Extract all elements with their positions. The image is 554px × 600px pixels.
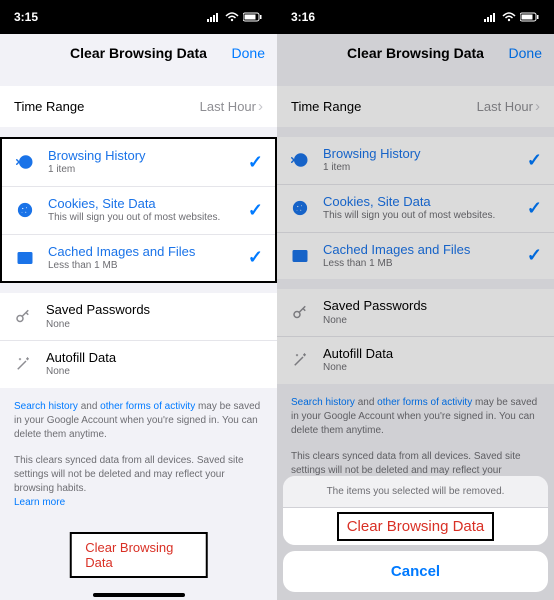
link-other-activity[interactable]: other forms of activity — [377, 397, 472, 408]
footer-text-1: Search history and other forms of activi… — [277, 384, 554, 438]
other-data-list: Saved Passwords None Autofill Data None — [277, 289, 554, 384]
status-bar: 3:15 — [0, 0, 277, 34]
done-button[interactable]: Done — [232, 45, 265, 61]
row-title: Saved Passwords — [46, 302, 265, 318]
action-sheet-cancel-button[interactable]: Cancel — [283, 551, 548, 592]
row-passwords[interactable]: Saved Passwords None — [277, 289, 554, 337]
row-title: Cached Images and Files — [323, 242, 527, 258]
battery-icon — [243, 12, 263, 22]
wand-icon — [289, 351, 311, 369]
row-sub: None — [46, 366, 265, 379]
row-sub: None — [46, 319, 265, 332]
check-icon: ✓ — [248, 152, 263, 173]
row-title: Cached Images and Files — [48, 244, 248, 260]
key-icon — [289, 304, 311, 322]
history-icon — [14, 153, 36, 171]
image-icon — [289, 247, 311, 265]
selected-data-list: Browsing History 1 item ✓ Cookies, Site … — [277, 137, 554, 279]
check-icon: ✓ — [527, 198, 542, 219]
time-range-label: Time Range — [291, 99, 361, 114]
action-sheet-message: The items you selected will be removed. — [283, 476, 548, 508]
footer-text-1: Search history and other forms of activi… — [0, 388, 277, 442]
link-search-history[interactable]: Search history — [14, 401, 78, 412]
wand-icon — [12, 355, 34, 373]
wifi-icon — [502, 12, 516, 22]
battery-icon — [520, 12, 540, 22]
row-sub: Less than 1 MB — [323, 258, 527, 271]
home-indicator[interactable] — [93, 593, 185, 597]
row-browsing-history[interactable]: Browsing History 1 item ✓ — [2, 139, 275, 187]
row-cookies[interactable]: Cookies, Site Data This will sign you ou… — [277, 185, 554, 233]
status-bar: 3:16 — [277, 0, 554, 34]
chevron-right-icon: › — [535, 98, 540, 115]
action-sheet: The items you selected will be removed. … — [283, 476, 548, 592]
nav-title: Clear Browsing Data — [70, 45, 207, 61]
row-sub: None — [323, 315, 542, 328]
row-cached[interactable]: Cached Images and Files Less than 1 MB ✓ — [2, 235, 275, 282]
row-cached[interactable]: Cached Images and Files Less than 1 MB ✓ — [277, 233, 554, 280]
clear-browsing-data-button[interactable]: Clear Browsing Data — [69, 532, 208, 578]
check-icon: ✓ — [527, 150, 542, 171]
nav-title: Clear Browsing Data — [347, 45, 484, 61]
row-autofill[interactable]: Autofill Data None — [277, 337, 554, 384]
time-range-value: Last Hour — [477, 99, 533, 114]
cookie-icon — [14, 201, 36, 219]
link-search-history[interactable]: Search history — [291, 397, 355, 408]
row-passwords[interactable]: Saved Passwords None — [0, 293, 277, 341]
time-range-value: Last Hour — [200, 99, 256, 114]
phone-right: 3:16 Clear Browsing Data Done Time Range… — [277, 0, 554, 600]
learn-more-link[interactable]: Learn more — [14, 497, 65, 508]
cookie-icon — [289, 199, 311, 217]
row-sub: This will sign you out of most websites. — [323, 210, 527, 223]
row-sub: 1 item — [323, 162, 527, 175]
footer-text-2: This clears synced data from all devices… — [0, 442, 277, 510]
chevron-right-icon: › — [258, 98, 263, 115]
action-sheet-clear-button[interactable]: Clear Browsing Data — [283, 508, 548, 545]
row-title: Autofill Data — [46, 350, 265, 366]
status-time: 3:15 — [14, 10, 38, 24]
row-sub: This will sign you out of most websites. — [48, 212, 248, 225]
row-autofill[interactable]: Autofill Data None — [0, 341, 277, 388]
row-title: Browsing History — [323, 146, 527, 162]
time-range-row[interactable]: Time Range Last Hour › — [0, 86, 277, 127]
time-range-row[interactable]: Time Range Last Hour › — [277, 86, 554, 127]
link-other-activity[interactable]: other forms of activity — [100, 401, 195, 412]
nav-bar: Clear Browsing Data Done — [0, 34, 277, 72]
check-icon: ✓ — [248, 247, 263, 268]
row-sub: None — [323, 362, 542, 375]
row-browsing-history[interactable]: Browsing History 1 item ✓ — [277, 137, 554, 185]
other-data-list: Saved Passwords None Autofill Data None — [0, 293, 277, 388]
row-title: Autofill Data — [323, 346, 542, 362]
row-title: Saved Passwords — [323, 298, 542, 314]
wifi-icon — [225, 12, 239, 22]
row-title: Cookies, Site Data — [48, 196, 248, 212]
nav-bar: Clear Browsing Data Done — [277, 34, 554, 72]
selected-data-list: Browsing History 1 item ✓ Cookies, Site … — [0, 137, 277, 283]
phone-left: 3:15 Clear Browsing Data Done Time Range… — [0, 0, 277, 600]
check-icon: ✓ — [527, 245, 542, 266]
signal-icon — [484, 12, 498, 22]
row-sub: Less than 1 MB — [48, 260, 248, 273]
image-icon — [14, 249, 36, 267]
key-icon — [12, 308, 34, 326]
status-time: 3:16 — [291, 10, 315, 24]
done-button[interactable]: Done — [509, 45, 542, 61]
check-icon: ✓ — [248, 200, 263, 221]
history-icon — [289, 151, 311, 169]
time-range-label: Time Range — [14, 99, 84, 114]
row-cookies[interactable]: Cookies, Site Data This will sign you ou… — [2, 187, 275, 235]
signal-icon — [207, 12, 221, 22]
row-sub: 1 item — [48, 164, 248, 177]
row-title: Browsing History — [48, 148, 248, 164]
row-title: Cookies, Site Data — [323, 194, 527, 210]
